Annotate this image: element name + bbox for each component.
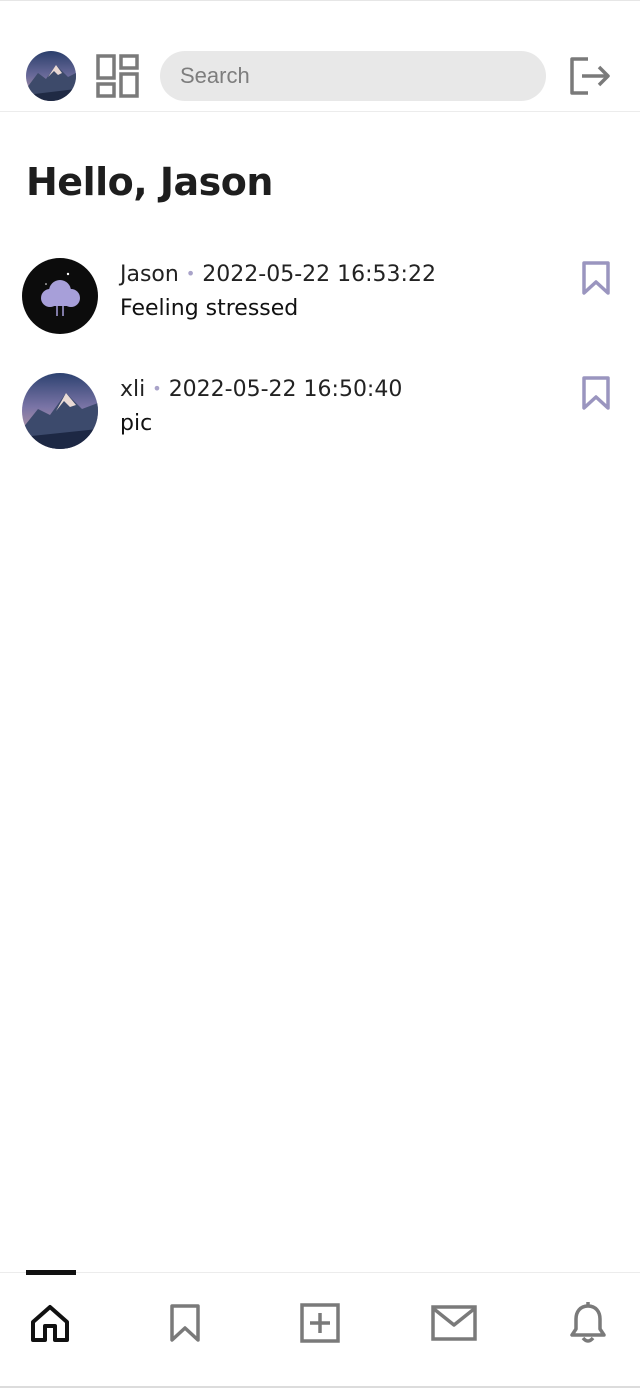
post-timestamp: 2022-05-22 16:50:40 (168, 377, 403, 402)
list-item[interactable]: xli • 2022-05-22 16:50:40 pic (0, 373, 640, 473)
avatar[interactable] (22, 258, 98, 334)
avatar[interactable] (22, 373, 98, 449)
search-input[interactable] (178, 62, 522, 90)
post-meta: xli • 2022-05-22 16:50:40 (120, 377, 402, 402)
post-author[interactable]: xli (120, 377, 145, 402)
list-item[interactable]: Jason • 2022-05-22 16:53:22 Feeling stress… (0, 258, 640, 358)
avatar[interactable] (26, 51, 76, 101)
greeting-title: Hello, Jason (26, 160, 273, 204)
post-text: pic (120, 411, 153, 436)
post-text: Feeling stressed (120, 296, 299, 321)
meta-separator: • (185, 264, 196, 283)
post-timestamp: 2022-05-22 16:53:22 (202, 262, 436, 287)
nav-home[interactable] (0, 1270, 100, 1373)
meta-separator: • (152, 379, 162, 398)
logout-icon[interactable] (566, 53, 612, 99)
add-post-icon (300, 1303, 340, 1343)
bookmark-icon[interactable] (580, 375, 612, 411)
post-meta: Jason • 2022-05-22 16:53:22 (120, 262, 436, 287)
bookmark-icon (170, 1304, 200, 1342)
nav-new-post[interactable] (270, 1273, 370, 1373)
mountain-avatar-image (22, 373, 98, 449)
dashboard-grid-icon[interactable] (96, 54, 140, 98)
nav-messages[interactable] (404, 1273, 504, 1373)
search-bar[interactable] (160, 51, 546, 101)
bookmark-icon[interactable] (580, 260, 612, 296)
mail-icon (431, 1305, 477, 1341)
top-header (0, 1, 640, 112)
nav-bookmarks[interactable] (135, 1273, 235, 1373)
bell-icon (570, 1302, 606, 1343)
home-icon (31, 1305, 69, 1342)
mountain-avatar-image (26, 51, 76, 101)
cloud-avatar-icon (22, 258, 98, 334)
post-author[interactable]: Jason (120, 262, 179, 287)
bottom-nav (0, 1270, 640, 1385)
nav-notifications[interactable] (538, 1273, 638, 1373)
